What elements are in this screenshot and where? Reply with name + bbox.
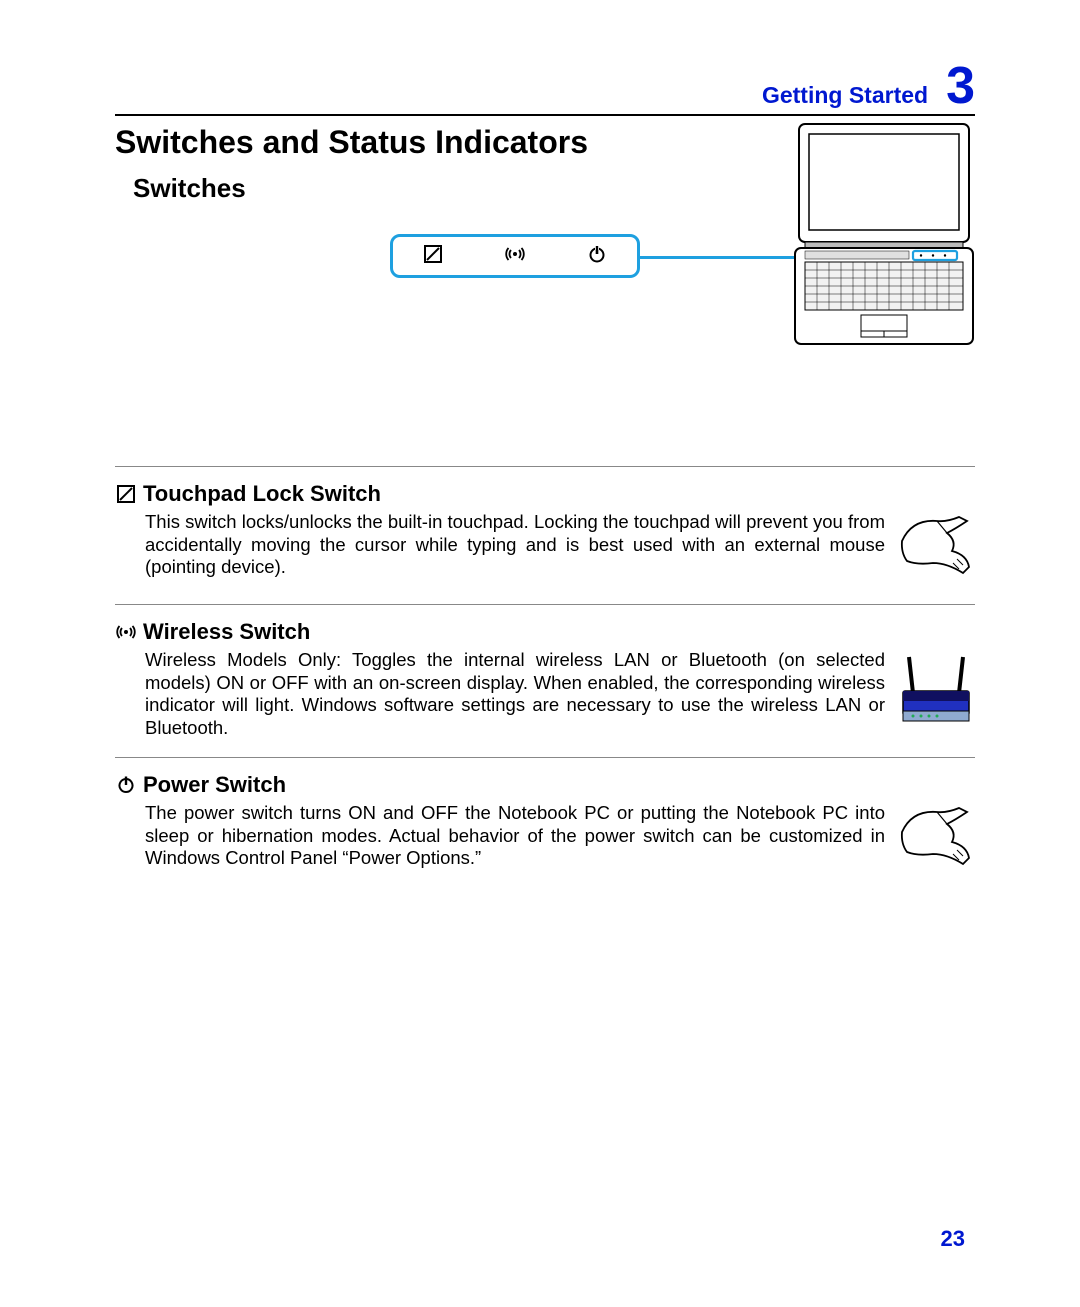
power-icon: [115, 776, 137, 794]
router-icon: [897, 649, 975, 734]
section-heading-text: Touchpad Lock Switch: [143, 481, 381, 507]
power-icon: [588, 245, 606, 268]
page-number: 23: [941, 1226, 965, 1252]
section-power: Power Switch The power switch turns ON a…: [115, 757, 975, 895]
section-heading-text: Power Switch: [143, 772, 286, 798]
hand-press-icon: [897, 802, 975, 877]
switch-callout-box: [390, 234, 640, 278]
touchpad-lock-icon: [115, 485, 137, 503]
section-wireless: Wireless Switch Wireless Models Only: To…: [115, 604, 975, 757]
section-heading: Touchpad Lock Switch: [115, 481, 975, 507]
section-body-text: This switch locks/unlocks the built-in t…: [115, 511, 885, 579]
section-heading: Power Switch: [115, 772, 975, 798]
section-body-text: Wireless Models Only: Toggles the intern…: [115, 649, 885, 739]
section-heading-text: Wireless Switch: [143, 619, 310, 645]
section-heading: Wireless Switch: [115, 619, 975, 645]
wireless-icon: [505, 244, 525, 269]
chapter-number: 3: [946, 60, 975, 112]
laptop-illustration: [793, 120, 975, 350]
touchpad-lock-icon: [424, 245, 442, 268]
manual-page: Getting Started 3 Switches and Status In…: [0, 0, 1080, 935]
wireless-icon: [115, 622, 137, 642]
section-touchpad-lock: Touchpad Lock Switch This switch locks/u…: [115, 466, 975, 604]
hand-press-icon: [897, 511, 975, 586]
chapter-label: Getting Started: [762, 82, 928, 109]
switches-diagram: [115, 224, 975, 454]
section-body-text: The power switch turns ON and OFF the No…: [115, 802, 885, 870]
page-header: Getting Started 3: [115, 60, 975, 116]
